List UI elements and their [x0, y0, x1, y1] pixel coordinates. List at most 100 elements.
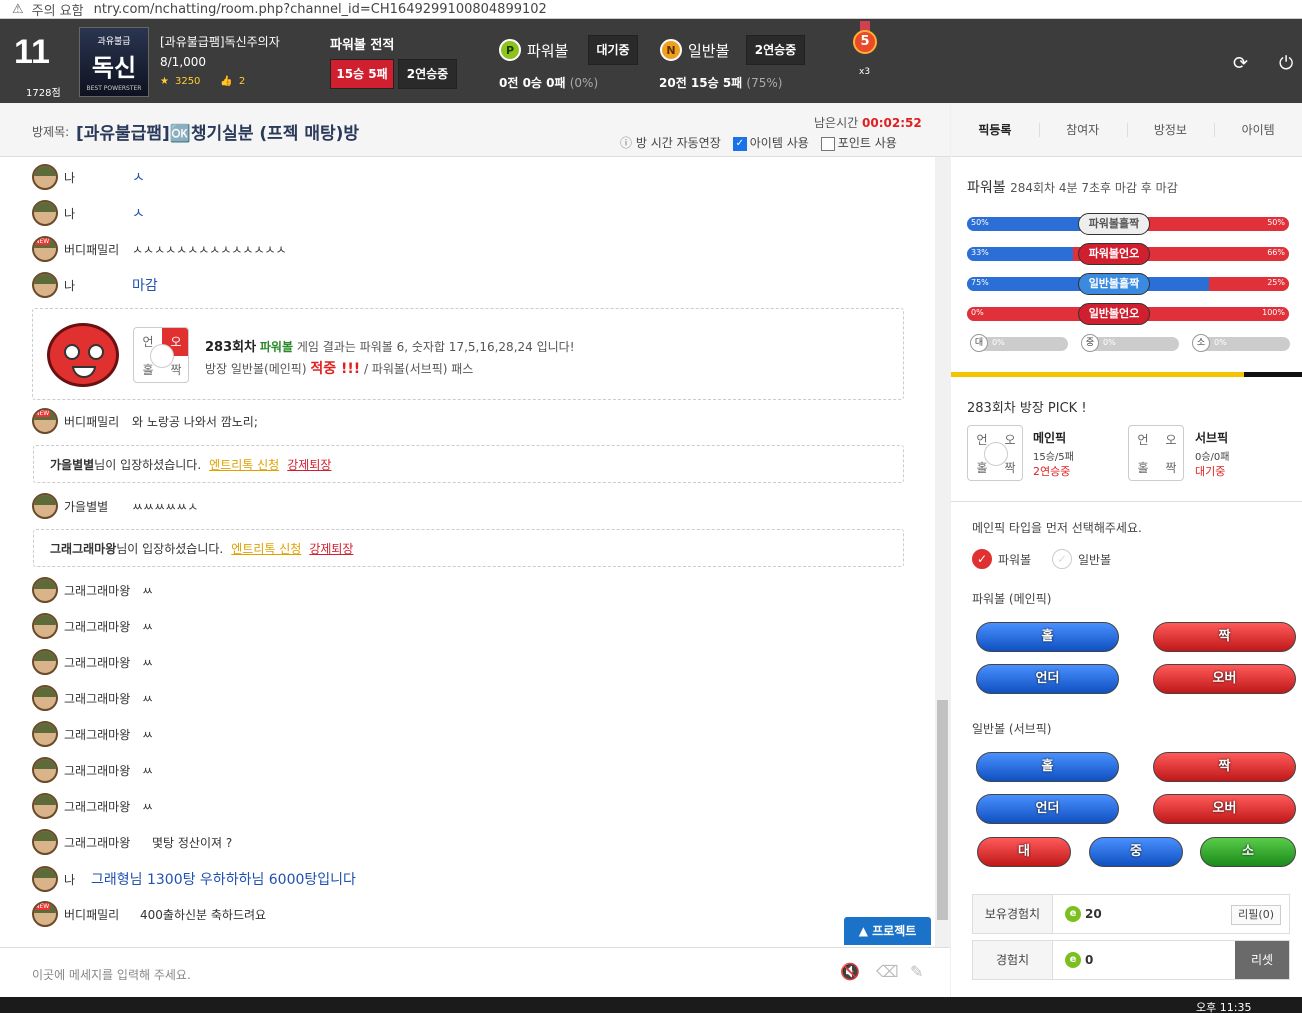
refresh-icon[interactable]: ⟳: [1233, 53, 1248, 74]
mute-icon[interactable]: 🔇: [840, 962, 860, 981]
nb-odd-button[interactable]: 홀: [976, 752, 1119, 782]
cell-odd: 홀: [1137, 461, 1149, 475]
refill-button[interactable]: 리필(0): [1231, 905, 1281, 925]
auto-extend-label: 방 시간 자동연장: [635, 136, 721, 150]
kick-link[interactable]: 강제퇴장: [287, 456, 331, 473]
entry-notice: 가을별별 님이 입장하셨습니다. 엔트리톡 신청 강제퇴장: [33, 445, 904, 483]
result-main: 방장 일반볼(메인픽): [205, 362, 307, 376]
pb-odd-button[interactable]: 홀: [976, 622, 1119, 652]
big-button[interactable]: 대: [977, 837, 1071, 867]
chat-nick[interactable]: 가을별별: [64, 498, 132, 515]
chat-message: 그래그래마왕 ㅆ: [32, 756, 153, 784]
badge-main: 독신: [91, 54, 137, 82]
stat-pill: 일반볼언오: [1078, 303, 1150, 325]
star-count: 3250: [174, 76, 201, 87]
project-button[interactable]: ▲ 프로젝트: [844, 917, 931, 945]
small-button[interactable]: 소: [1200, 837, 1296, 867]
medal-icon: 5: [852, 21, 878, 61]
sub-pick-record: 0승/0패: [1195, 452, 1230, 463]
result-line-2: 방장 일반볼(메인픽) 적중 !!! / 파워볼(서브픽) 패스: [205, 358, 473, 378]
chat-nick[interactable]: 나: [64, 169, 132, 186]
chat-nick[interactable]: 그래그래마왕: [64, 726, 142, 743]
magic-wand-icon[interactable]: ✎: [910, 962, 923, 981]
mini-pct: 0%: [1103, 338, 1116, 347]
kick-link[interactable]: 강제퇴장: [309, 540, 353, 557]
scrollbar-thumb[interactable]: [937, 700, 948, 920]
chat-message: 나ㅅ: [32, 199, 145, 227]
chat-nick[interactable]: 그래그래마왕: [64, 582, 142, 599]
tab-items[interactable]: 아이템: [1214, 103, 1302, 156]
star-icon: ★: [160, 76, 169, 87]
clock: 오후 11:35: [1196, 1001, 1252, 1013]
avatar-icon: [32, 408, 58, 434]
chat-input-bar[interactable]: 이곳에 메세지를 입력해 주세요. 🔇 ⌫ ✎: [0, 947, 950, 997]
avatar-icon: [32, 685, 58, 711]
chat-nick[interactable]: 그래그래마왕: [64, 690, 142, 707]
avatar-icon: [32, 866, 58, 892]
chat-text: ㅆㅆㅆㅆㅆㅅ: [132, 499, 199, 514]
power-icon[interactable]: ⏻: [1279, 53, 1293, 74]
result-grid: 언 오 홀 짝: [133, 327, 189, 383]
tab-participants[interactable]: 참여자: [1038, 103, 1127, 156]
entry-talk-link[interactable]: 엔트리톡 신청: [209, 456, 279, 473]
chat-nick[interactable]: 그래그래마왕: [64, 798, 142, 815]
chat-nick[interactable]: 그래그래마왕: [64, 654, 142, 671]
chat-nick[interactable]: 그래그래마왕: [64, 834, 152, 851]
chat-nick[interactable]: 나: [64, 205, 132, 222]
thumb-icon: 👍: [220, 76, 233, 87]
chat-panel: 방제목: [과유불급팸]🆗챙기실분 (프젝 매탕)방 남은시간 00:02:52…: [0, 103, 950, 997]
point-use-label: 포인트 사용: [837, 136, 897, 150]
tab-room-info[interactable]: 방정보: [1126, 103, 1215, 156]
auto-extend[interactable]: ⓘ 방 시간 자동연장: [620, 134, 721, 151]
chat-scrollbar[interactable]: [935, 157, 950, 947]
chat-text: ㅆ: [142, 727, 154, 742]
stat-left: 33%: [971, 248, 989, 257]
chat-log[interactable]: 나ㅅ 나ㅅ 버디패밀리ㅅㅅㅅㅅㅅㅅㅅㅅㅅㅅㅅㅅㅅㅅ 나마감 언 오 홀 짝 28…: [0, 157, 935, 947]
avatar-icon: [32, 649, 58, 675]
browser-address-bar[interactable]: ⚠ 주의 요함 ntry.com/nchatting/room.php?chan…: [0, 0, 1302, 19]
eraser-icon[interactable]: ⌫: [876, 962, 899, 981]
avatar-icon: [32, 272, 58, 298]
pb-over-button[interactable]: 오버: [1153, 664, 1296, 694]
game-status-powerball: 대기중: [588, 35, 638, 65]
chat-nick[interactable]: 나: [64, 871, 91, 888]
stat-left: 50%: [971, 218, 989, 227]
chat-message: 나 마감: [32, 271, 158, 299]
divider: [951, 501, 1302, 502]
page: ⚠ 주의 요함 ntry.com/nchatting/room.php?chan…: [0, 0, 1302, 1013]
item-use-checkbox[interactable]: ✓ 아이템 사용: [732, 134, 809, 151]
chat-nick[interactable]: 그래그래마왕: [64, 618, 142, 635]
entry-talk-link[interactable]: 엔트리톡 신청: [231, 540, 301, 557]
notice-msg: 님이 입장하셨습니다.: [116, 541, 224, 556]
tab-pick-register[interactable]: 픽등록: [951, 103, 1039, 156]
url-text[interactable]: ntry.com/nchatting/room.php?channel_id=C…: [94, 2, 547, 17]
user-badge: 과유불급 독신 BEST POWERSTER: [79, 27, 149, 97]
chat-nick[interactable]: 버디패밀리: [64, 241, 132, 258]
exp-coin-icon: e: [1065, 906, 1081, 922]
n-icon: N: [660, 39, 682, 61]
radio-normalball[interactable]: ✓ 일반볼: [1052, 549, 1111, 569]
pb-under-button[interactable]: 언더: [976, 664, 1119, 694]
exp-input[interactable]: 0: [1085, 953, 1093, 967]
mini-pct: 0%: [1214, 338, 1227, 347]
security-warning: 주의 요함: [31, 3, 84, 19]
owned-exp-value: 20: [1085, 907, 1102, 921]
radio-powerball[interactable]: ✓ 파워볼: [972, 549, 1031, 569]
chat-input[interactable]: 이곳에 메세지를 입력해 주세요.: [32, 966, 191, 983]
chat-nick[interactable]: 그래그래마왕: [64, 762, 142, 779]
timer-remaining: [1244, 372, 1302, 377]
nb-over-button[interactable]: 오버: [1153, 794, 1296, 824]
nb-even-button[interactable]: 짝: [1153, 752, 1296, 782]
chat-nick[interactable]: 나: [64, 277, 132, 294]
chat-message: 그래그래마왕 몇탕 정산이져 ?: [32, 828, 232, 856]
chat-text: ㅆ: [142, 655, 154, 670]
pb-even-button[interactable]: 짝: [1153, 622, 1296, 652]
sub-pick-status: 대기중: [1195, 465, 1226, 478]
nb-under-button[interactable]: 언더: [976, 794, 1119, 824]
pb-stats-title: 파워볼 284회차 4분 7초후 마감 후 마감: [967, 177, 1178, 197]
mid-button[interactable]: 중: [1089, 837, 1183, 867]
chat-nick[interactable]: 버디패밀리: [64, 413, 132, 430]
reset-button[interactable]: 리셋: [1235, 941, 1289, 979]
point-use-checkbox[interactable]: 포인트 사용: [820, 134, 897, 151]
chat-nick[interactable]: 버디패밀리: [64, 906, 140, 923]
